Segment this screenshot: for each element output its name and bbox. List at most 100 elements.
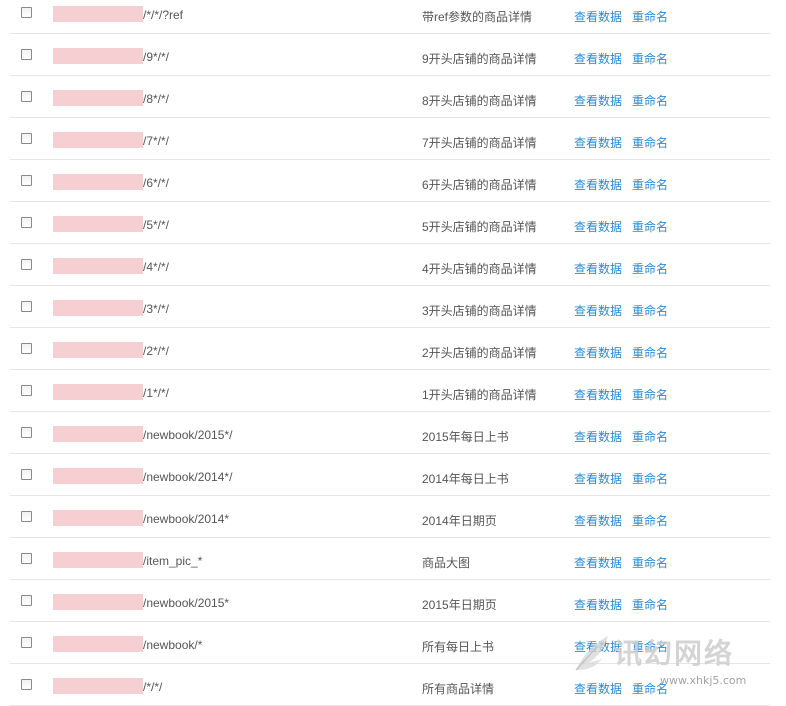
redacted-domain	[53, 594, 143, 610]
row-checkbox[interactable]	[21, 511, 32, 522]
view-data-link[interactable]: 查看数据	[574, 176, 622, 193]
redacted-domain	[53, 510, 143, 526]
rename-link[interactable]: 重命名	[632, 344, 668, 361]
view-data-link[interactable]: 查看数据	[574, 344, 622, 361]
view-data-link[interactable]: 查看数据	[574, 512, 622, 529]
rename-link[interactable]: 重命名	[632, 134, 668, 151]
table-row: /6*/*/ 6开头店铺的商品详情 查看数据 重命名	[10, 160, 770, 202]
view-data-link[interactable]: 查看数据	[574, 260, 622, 277]
rule-description: 6开头店铺的商品详情	[422, 178, 537, 192]
redacted-domain	[53, 678, 143, 694]
redacted-domain	[53, 468, 143, 484]
row-checkbox[interactable]	[21, 385, 32, 396]
rename-link[interactable]: 重命名	[632, 512, 668, 529]
rule-description: 商品大图	[422, 556, 471, 570]
rule-description: 2015年日期页	[422, 598, 497, 612]
view-data-link[interactable]: 查看数据	[574, 134, 622, 151]
rule-description: 4开头店铺的商品详情	[422, 262, 537, 276]
view-data-link[interactable]: 查看数据	[574, 554, 622, 571]
table-row: /newbook/2015* 2015年日期页 查看数据 重命名	[10, 580, 770, 622]
rename-link[interactable]: 重命名	[632, 176, 668, 193]
table-row: /3*/*/ 3开头店铺的商品详情 查看数据 重命名	[10, 286, 770, 328]
table-row: /8*/*/ 8开头店铺的商品详情 查看数据 重命名	[10, 76, 770, 118]
url-pattern: /*/*/?ref	[143, 8, 184, 22]
rename-link[interactable]: 重命名	[632, 638, 668, 655]
row-checkbox[interactable]	[21, 553, 32, 564]
table-row: /5*/*/ 5开头店铺的商品详情 查看数据 重命名	[10, 202, 770, 244]
row-checkbox[interactable]	[21, 469, 32, 480]
redacted-domain	[53, 342, 143, 358]
view-data-link[interactable]: 查看数据	[574, 638, 622, 655]
view-data-link[interactable]: 查看数据	[574, 596, 622, 613]
table-row: /9*/*/ 9开头店铺的商品详情 查看数据 重命名	[10, 34, 770, 76]
table-row: /1*/*/ 1开头店铺的商品详情 查看数据 重命名	[10, 370, 770, 412]
row-checkbox[interactable]	[21, 133, 32, 144]
table-row: /*/*/?ref 带ref参数的商品详情 查看数据 重命名	[10, 0, 770, 34]
url-pattern: /1*/*/	[143, 386, 170, 400]
rename-link[interactable]: 重命名	[632, 428, 668, 445]
row-checkbox[interactable]	[21, 679, 32, 690]
rename-link[interactable]: 重命名	[632, 470, 668, 487]
row-checkbox[interactable]	[21, 91, 32, 102]
rename-link[interactable]: 重命名	[632, 596, 668, 613]
row-checkbox[interactable]	[21, 595, 32, 606]
rename-link[interactable]: 重命名	[632, 92, 668, 109]
url-pattern: /2*/*/	[143, 344, 170, 358]
view-data-link[interactable]: 查看数据	[574, 92, 622, 109]
view-data-link[interactable]: 查看数据	[574, 470, 622, 487]
rule-description: 2014年每日上书	[422, 472, 509, 486]
row-checkbox[interactable]	[21, 637, 32, 648]
url-pattern: /*/*/	[143, 680, 163, 694]
row-checkbox[interactable]	[21, 175, 32, 186]
row-checkbox[interactable]	[21, 217, 32, 228]
rename-link[interactable]: 重命名	[632, 680, 668, 697]
table-row: /4*/*/ 4开头店铺的商品详情 查看数据 重命名	[10, 244, 770, 286]
view-data-link[interactable]: 查看数据	[574, 680, 622, 697]
url-pattern: /7*/*/	[143, 134, 170, 148]
row-checkbox[interactable]	[21, 7, 32, 18]
redacted-domain	[53, 48, 143, 64]
url-pattern: /6*/*/	[143, 176, 170, 190]
row-checkbox[interactable]	[21, 427, 32, 438]
view-data-link[interactable]: 查看数据	[574, 386, 622, 403]
rule-table: /*/*/?ref 带ref参数的商品详情 查看数据 重命名 /9*/*/ 9开…	[10, 0, 770, 706]
rule-description: 7开头店铺的商品详情	[422, 136, 537, 150]
view-data-link[interactable]: 查看数据	[574, 218, 622, 235]
table-row: /newbook/2015*/ 2015年每日上书 查看数据 重命名	[10, 412, 770, 454]
redacted-domain	[53, 132, 143, 148]
url-pattern: /newbook/2014*	[143, 512, 230, 526]
row-checkbox[interactable]	[21, 259, 32, 270]
url-pattern: /newbook/2014*/	[143, 470, 233, 484]
url-pattern: /9*/*/	[143, 50, 170, 64]
rule-description: 5开头店铺的商品详情	[422, 220, 537, 234]
redacted-domain	[53, 636, 143, 652]
table-row: /newbook/* 所有每日上书 查看数据 重命名	[10, 622, 770, 664]
rule-description: 带ref参数的商品详情	[422, 10, 533, 24]
redacted-domain	[53, 90, 143, 106]
view-data-link[interactable]: 查看数据	[574, 302, 622, 319]
url-pattern: /8*/*/	[143, 92, 170, 106]
redacted-domain	[53, 6, 143, 22]
table-row: /7*/*/ 7开头店铺的商品详情 查看数据 重命名	[10, 118, 770, 160]
url-pattern: /3*/*/	[143, 302, 170, 316]
row-checkbox[interactable]	[21, 49, 32, 60]
row-checkbox[interactable]	[21, 343, 32, 354]
rename-link[interactable]: 重命名	[632, 260, 668, 277]
redacted-domain	[53, 384, 143, 400]
rule-description: 9开头店铺的商品详情	[422, 52, 537, 66]
row-checkbox[interactable]	[21, 301, 32, 312]
rename-link[interactable]: 重命名	[632, 218, 668, 235]
rename-link[interactable]: 重命名	[632, 8, 668, 25]
view-data-link[interactable]: 查看数据	[574, 8, 622, 25]
rename-link[interactable]: 重命名	[632, 50, 668, 67]
rename-link[interactable]: 重命名	[632, 302, 668, 319]
table-row: /newbook/2014* 2014年日期页 查看数据 重命名	[10, 496, 770, 538]
view-data-link[interactable]: 查看数据	[574, 428, 622, 445]
rule-description: 8开头店铺的商品详情	[422, 94, 537, 108]
redacted-domain	[53, 426, 143, 442]
table-row: /item_pic_* 商品大图 查看数据 重命名	[10, 538, 770, 580]
rename-link[interactable]: 重命名	[632, 386, 668, 403]
url-pattern: /4*/*/	[143, 260, 170, 274]
view-data-link[interactable]: 查看数据	[574, 50, 622, 67]
rename-link[interactable]: 重命名	[632, 554, 668, 571]
